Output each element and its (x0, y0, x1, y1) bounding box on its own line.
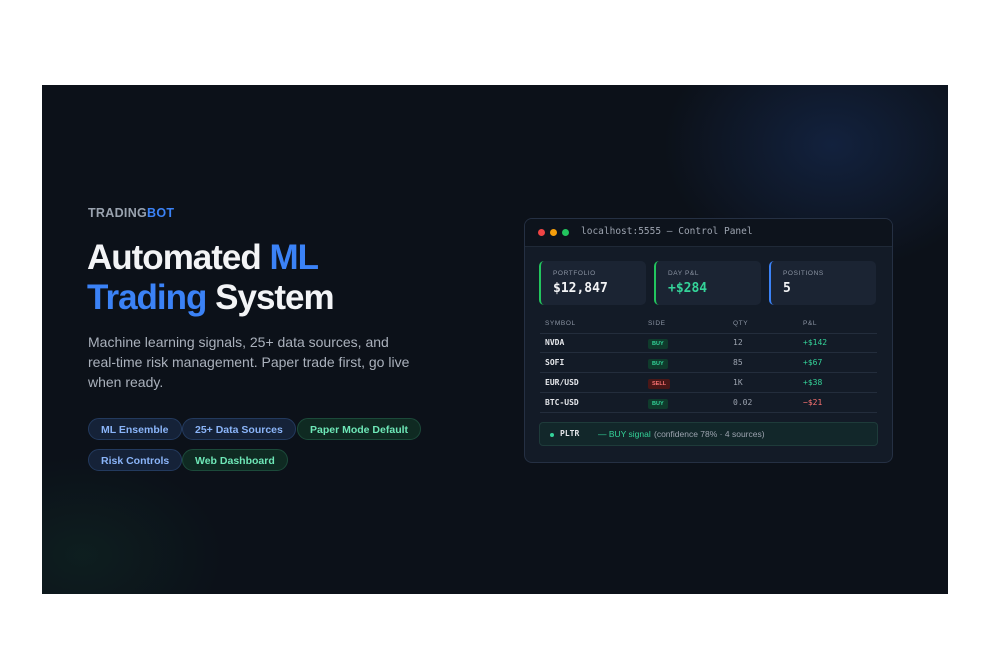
brand-text-bot: BOT (147, 206, 175, 220)
table-divider (540, 392, 877, 393)
feature-pill-web-dashboard: Web Dashboard (182, 449, 288, 471)
stat-value: +$284 (668, 281, 708, 296)
headline-word-ml: ML (269, 238, 320, 277)
side-badge: BUY (648, 339, 668, 349)
stat-card-day-pnl: DAY P&L +$284 (654, 261, 761, 305)
cell-pnl: +$142 (803, 338, 828, 347)
cell-symbol: SOFI (545, 358, 565, 367)
table-divider (540, 372, 877, 373)
feature-pill-risk-controls: Risk Controls (88, 449, 183, 471)
cell-qty: 85 (733, 358, 743, 367)
window-title: localhost:5555 — Control Panel (581, 226, 753, 237)
side-badge: BUY (648, 359, 668, 369)
control-panel-window: localhost:5555 — Control Panel PORTFOLIO… (524, 218, 893, 463)
cell-pnl: +$67 (803, 358, 823, 367)
signal-action: — BUY signal (598, 429, 651, 439)
minimize-window-dot-icon[interactable] (550, 229, 557, 236)
side-badge: SELL (648, 379, 671, 389)
headline-word-trading: Trading (87, 278, 207, 317)
window-titlebar: localhost:5555 — Control Panel (525, 219, 892, 247)
brand-logo: TRADINGBOT (88, 206, 174, 220)
stat-card-positions: POSITIONS 5 (769, 261, 876, 305)
stat-label: POSITIONS (783, 270, 824, 277)
column-header-qty: QTY (733, 320, 749, 327)
cell-qty: 0.02 (733, 398, 753, 407)
column-header-pnl: P&L (803, 320, 818, 327)
cell-qty: 1K (733, 378, 743, 387)
signal-status-dot-icon (550, 433, 554, 437)
brand-text-trading: TRADING (88, 206, 148, 220)
stat-label: PORTFOLIO (553, 270, 596, 277)
maximize-window-dot-icon[interactable] (562, 229, 569, 236)
column-header-symbol: SYMBOL (545, 320, 576, 327)
stat-value: 5 (783, 281, 791, 296)
stat-card-portfolio: PORTFOLIO $12,847 (539, 261, 646, 305)
table-divider (540, 352, 877, 353)
headline-word-system: System (206, 278, 335, 317)
cell-pnl: +$38 (803, 378, 823, 387)
cell-pnl: −$21 (803, 398, 823, 407)
headline-word-automated: Automated (87, 238, 270, 277)
signal-symbol: PLTR (560, 429, 580, 438)
subtitle: Machine learning signals, 25+ data sourc… (88, 334, 410, 390)
hero-section: TRADINGBOT Automated ML Trading System M… (42, 85, 948, 594)
cell-symbol: EUR/USD (545, 378, 579, 387)
column-header-side: SIDE (648, 320, 666, 327)
signal-detail: (confidence 78% · 4 sources) (654, 429, 765, 439)
table-divider (540, 412, 877, 413)
table-divider (540, 333, 877, 334)
signal-banner[interactable]: PLTR — BUY signal (confidence 78% · 4 so… (539, 422, 878, 446)
stat-value: $12,847 (553, 281, 608, 296)
stat-label: DAY P&L (668, 270, 700, 277)
cell-symbol: BTC-USD (545, 398, 579, 407)
feature-pill-paper-mode: Paper Mode Default (297, 418, 422, 440)
side-badge: BUY (648, 399, 668, 409)
feature-pill-ml-ensemble: ML Ensemble (88, 418, 182, 440)
feature-pill-data-sources: 25+ Data Sources (182, 418, 296, 440)
cell-symbol: NVDA (545, 338, 565, 347)
cell-qty: 12 (733, 338, 743, 347)
headline: Automated ML Trading System (87, 238, 335, 318)
close-window-dot-icon[interactable] (538, 229, 545, 236)
